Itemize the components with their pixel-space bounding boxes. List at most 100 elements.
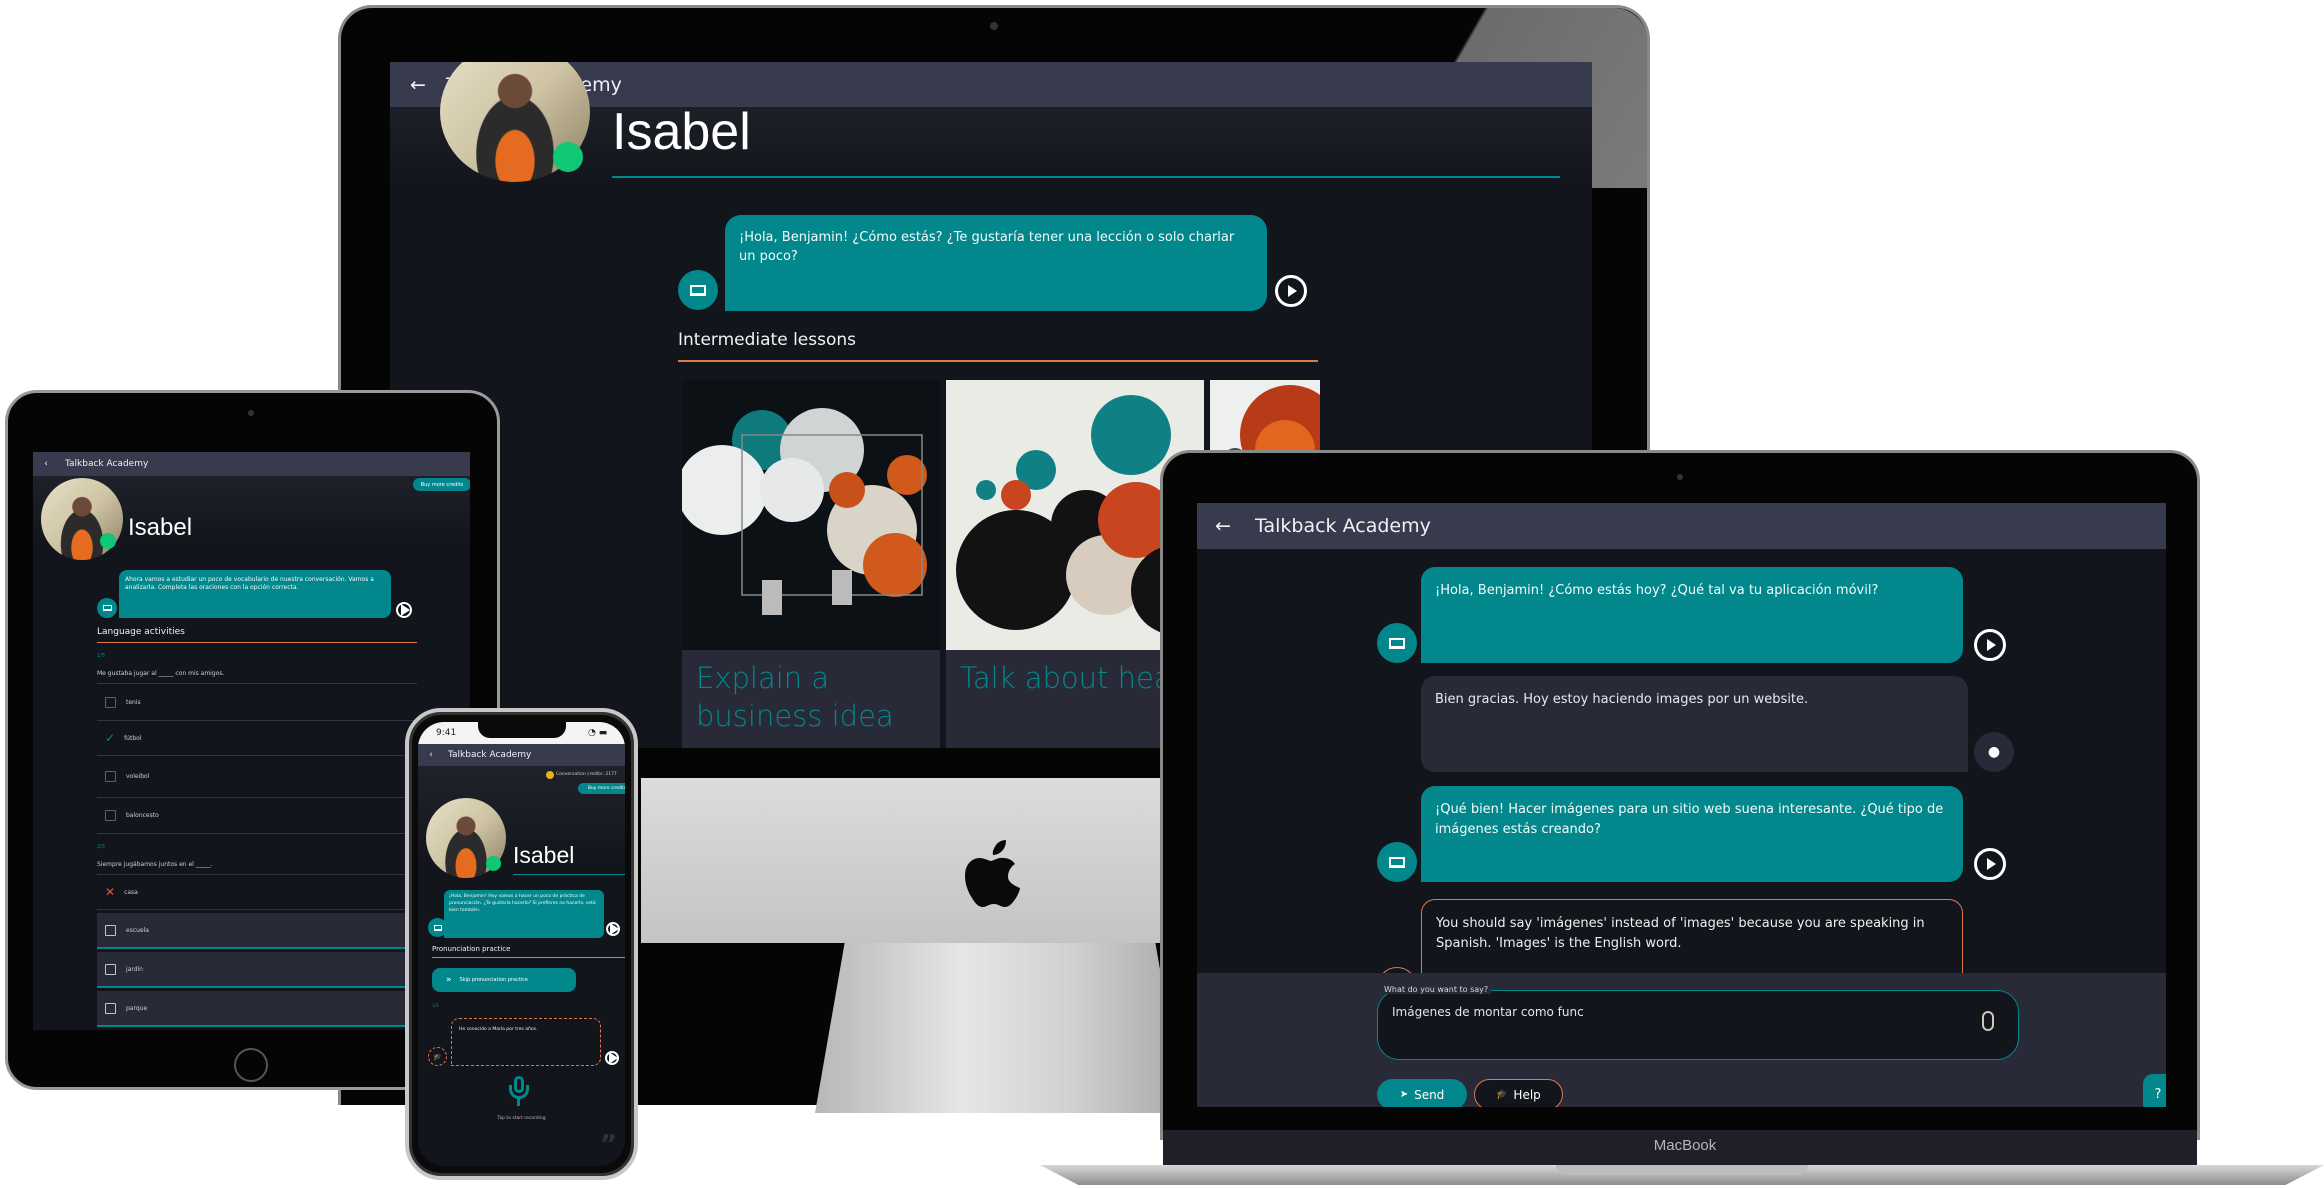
laptop-screen: ← Talkback Academy ¡Hola, Benjamin! ¿Cóm… — [1197, 503, 2166, 1107]
back-arrow-icon[interactable]: ‹ — [41, 459, 51, 469]
buy-credits-button[interactable]: Buy more credits — [578, 783, 625, 794]
message-input[interactable]: Imágenes de montar como func — [1377, 990, 2019, 1060]
double-chevron-right-icon: » — [446, 975, 452, 985]
play-audio-button[interactable] — [605, 1051, 619, 1065]
phrase-counter: 1/3 — [432, 1003, 439, 1008]
app-bar: ‹ Talkback Academy — [418, 744, 625, 766]
option-label: jardín — [126, 965, 143, 973]
section-divider — [432, 957, 625, 958]
app-title: Talkback Academy — [65, 459, 149, 469]
microphone-icon[interactable] — [1982, 1011, 1994, 1031]
question-prompt: Me gustaba jugar al _____ con mis amigos… — [97, 670, 225, 677]
option-label: casa — [124, 888, 138, 896]
skip-label: Skip pronunciation practice — [459, 977, 529, 983]
tablet-camera — [248, 410, 254, 416]
checkbox[interactable] — [105, 696, 116, 708]
message-input-value: Imágenes de montar como func — [1392, 1005, 1584, 1019]
online-status-dot — [486, 856, 501, 871]
play-audio-button[interactable] — [1275, 275, 1307, 307]
tutor-name: Isabel — [612, 103, 751, 161]
tutor-avatar — [1377, 842, 1417, 882]
back-arrow-icon[interactable]: ‹ — [426, 750, 436, 760]
option-label: parque — [126, 1004, 148, 1012]
send-icon: ➤ — [1399, 1089, 1409, 1100]
app-title: Talkback Academy — [1255, 515, 1431, 537]
online-status-dot — [553, 142, 583, 172]
quiz-option[interactable]: ✕ casa — [97, 874, 417, 910]
wifi-battery-icons: ◔ ▬ — [588, 728, 608, 738]
quiz-option[interactable]: tenis — [97, 683, 417, 721]
quote-icon: ” — [600, 1130, 618, 1160]
section-title: Pronunciation practice — [432, 945, 511, 953]
credits-label: Conversation credits: 2177 — [556, 772, 617, 777]
microphone-button[interactable] — [508, 1076, 530, 1108]
user-avatar: ● — [1974, 732, 2014, 772]
laptop-icon — [1389, 637, 1405, 649]
checkbox[interactable] — [105, 771, 116, 782]
play-audio-button[interactable] — [1974, 848, 2006, 880]
tutor-avatar — [97, 598, 117, 618]
checkbox[interactable] — [105, 924, 116, 936]
question-prompt: Siempre jugábamos juntos en el _____. — [97, 861, 213, 868]
tutor-message: ¡Hola, Benjamin! Hoy vamos a hacer un po… — [444, 890, 604, 938]
help-button[interactable]: 🎓 Help — [1474, 1079, 1563, 1107]
graduation-cap-icon: 🎓 — [428, 1047, 447, 1066]
lesson-card[interactable]: Explain a business idea — [682, 380, 940, 748]
play-audio-button[interactable] — [1974, 629, 2006, 661]
imac-camera — [990, 22, 998, 30]
imac-stand — [815, 943, 1185, 1113]
laptop-icon — [433, 924, 442, 931]
tutor-message: ¡Hola, Benjamin! ¿Cómo estás? ¿Te gustar… — [725, 215, 1267, 311]
quiz-option[interactable]: baloncesto — [97, 798, 417, 834]
name-divider — [513, 874, 625, 875]
section-divider — [678, 360, 1318, 362]
help-label: Help — [1513, 1087, 1541, 1102]
app-title: Talkback Academy — [448, 750, 532, 760]
option-label: voleibol — [126, 773, 150, 780]
laptop-camera — [1677, 474, 1683, 480]
quiz-option[interactable]: voleibol — [97, 756, 417, 798]
laptop-hinge — [1556, 1165, 1808, 1175]
app-bar: ‹ Talkback Academy — [33, 452, 470, 476]
play-audio-button[interactable] — [606, 922, 620, 936]
question-mark-icon: ? — [2154, 1086, 2162, 1102]
tutor-name: Isabel — [128, 514, 193, 541]
quiz-option[interactable]: parque — [97, 991, 417, 1027]
play-audio-button[interactable] — [396, 602, 412, 618]
status-time: 9:41 — [436, 728, 457, 738]
tutor-message: ¡Hola, Benjamin! ¿Cómo estás hoy? ¿Qué t… — [1421, 567, 1963, 663]
back-arrow-icon[interactable]: ← — [408, 74, 428, 96]
online-status-dot — [100, 533, 116, 549]
option-label: tenis — [126, 698, 141, 706]
person-icon: ● — [1987, 744, 2001, 760]
help-fab-button[interactable]: ? — [2143, 1074, 2166, 1107]
lesson-image — [682, 380, 940, 650]
checkbox[interactable] — [105, 1002, 116, 1014]
send-button[interactable]: ➤ Send — [1377, 1079, 1467, 1107]
quiz-option[interactable]: jardín — [97, 952, 417, 988]
tutor-avatar — [1377, 623, 1417, 663]
coins-icon — [546, 771, 554, 779]
skip-pronunciation-button[interactable]: » Skip pronunciation practice — [432, 968, 576, 992]
macbook-label: MacBook — [1653, 1137, 1717, 1154]
question-counter: 2/5 — [97, 844, 106, 850]
buy-credits-button[interactable]: Buy more credits — [413, 478, 470, 491]
tutor-message: Ahora vamos a estudiar un poco de vocabu… — [119, 570, 391, 618]
tablet-home-button[interactable] — [234, 1048, 268, 1082]
quiz-option[interactable]: escuela — [97, 913, 417, 949]
question-counter: 1/5 — [97, 653, 106, 659]
checkbox[interactable] — [105, 963, 116, 975]
lesson-title: Explain a business idea — [696, 661, 894, 733]
tutor-avatar — [678, 270, 718, 310]
checkbox[interactable] — [105, 810, 116, 821]
quiz-option[interactable]: ✓ fútbol — [97, 721, 417, 756]
option-label: escuela — [126, 926, 149, 934]
tutor-name: Isabel — [513, 842, 575, 868]
section-title: Language activities — [97, 627, 185, 637]
tutor-avatar — [428, 918, 447, 937]
phone-notch — [478, 722, 566, 738]
graduation-cap-icon: 🎓 — [1496, 1089, 1508, 1100]
back-arrow-icon[interactable]: ← — [1213, 515, 1233, 537]
option-label: baloncesto — [126, 812, 159, 819]
tutor-message: ¡Qué bien! Hacer imágenes para un sitio … — [1421, 786, 1963, 882]
